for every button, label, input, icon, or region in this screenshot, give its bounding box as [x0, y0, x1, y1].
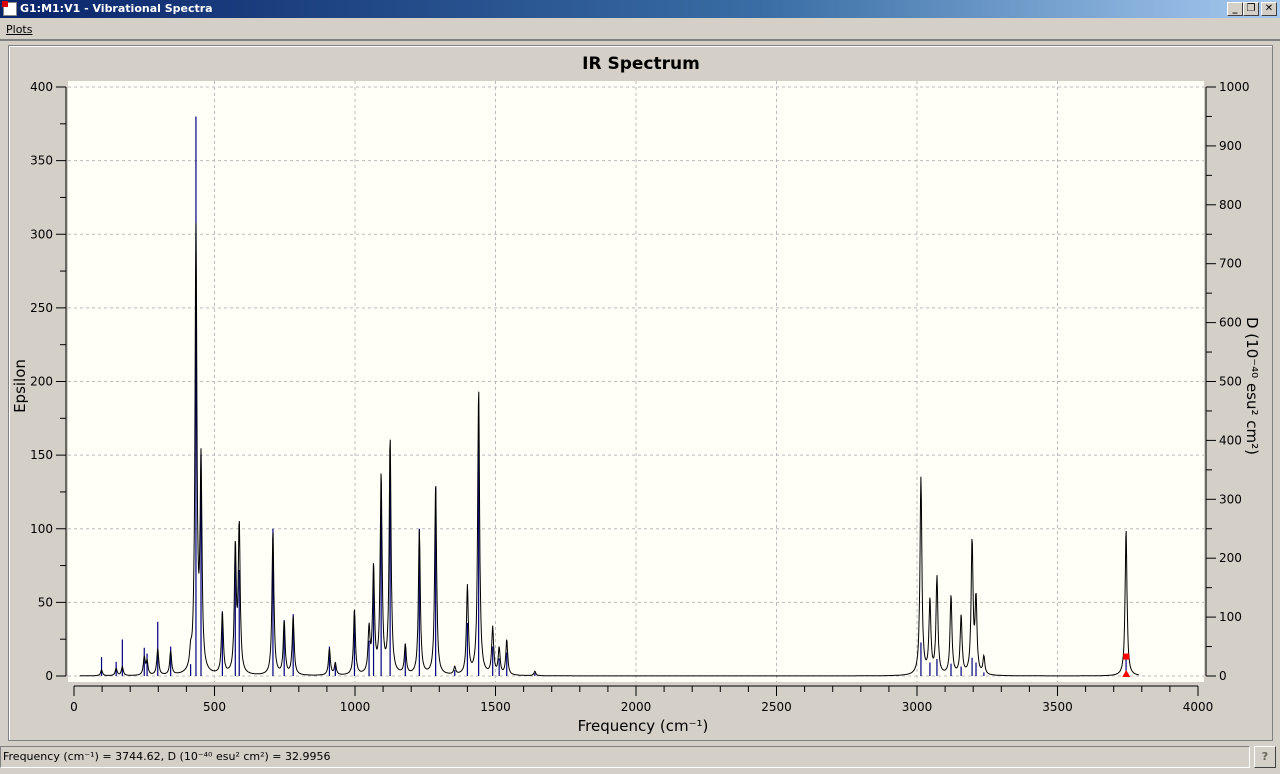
minimize-button[interactable]: _: [1227, 2, 1243, 16]
y-tick-label: 0: [45, 669, 53, 683]
y2-axis-label: D (10⁻⁴⁰ esu² cm²): [1243, 317, 1261, 455]
y-tick-label: 50: [38, 595, 53, 609]
x-tick-label: 3000: [902, 700, 933, 714]
x-tick-label: 2500: [761, 700, 792, 714]
y2-tick-label: 400: [1219, 433, 1242, 447]
x-tick-label: 0: [70, 700, 78, 714]
y-tick-label: 300: [30, 227, 53, 241]
selected-peak-marker[interactable]: [1123, 653, 1130, 660]
y-tick-label: 200: [30, 375, 53, 389]
y2-tick-label: 100: [1219, 610, 1242, 624]
x-tick-label: 4000: [1183, 700, 1214, 714]
menu-plots[interactable]: Plots: [6, 23, 32, 36]
y2-tick-label: 500: [1219, 375, 1242, 389]
status-bar: Frequency (cm⁻¹) = 3744.62, D (10⁻⁴⁰ esu…: [0, 746, 1250, 768]
y-tick-label: 250: [30, 301, 53, 315]
x-tick-label: 1500: [480, 700, 511, 714]
window-title: G1:M1:V1 - Vibrational Spectra: [20, 2, 213, 15]
x-tick-label: 1000: [340, 700, 371, 714]
menu-bar: Plots: [0, 19, 1280, 41]
y-axis-label: Epsilon: [11, 359, 29, 413]
status-text: Frequency (cm⁻¹) = 3744.62, D (10⁻⁴⁰ esu…: [3, 750, 331, 763]
restore-button[interactable]: ❐: [1243, 2, 1259, 16]
y2-tick-label: 0: [1219, 669, 1227, 683]
x-axis-label: Frequency (cm⁻¹): [578, 717, 709, 735]
y-tick-label: 350: [30, 154, 53, 168]
y2-tick-label: 300: [1219, 492, 1242, 506]
help-button[interactable]: ?: [1254, 746, 1276, 768]
y2-tick-label: 600: [1219, 316, 1242, 330]
x-tick-label: 2000: [621, 700, 652, 714]
y-tick-label: 400: [30, 80, 53, 94]
chart-title: IR Spectrum: [582, 54, 700, 74]
y2-tick-label: 200: [1219, 551, 1242, 565]
y2-tick-label: 900: [1219, 139, 1242, 153]
title-bar: G1:M1:V1 - Vibrational Spectra _ ❐ ✕: [0, 0, 1280, 18]
y2-tick-label: 1000: [1219, 80, 1250, 94]
y-tick-label: 150: [30, 448, 53, 462]
ir-spectrum-chart[interactable]: 0 500 1000 1500 2000 2500 3000 3500 400005010015…: [9, 46, 1274, 742]
close-button[interactable]: ✕: [1261, 2, 1277, 16]
x-tick-label: 500: [203, 700, 226, 714]
y-tick-label: 100: [30, 522, 53, 536]
app-icon: [2, 1, 17, 16]
y2-tick-label: 800: [1219, 198, 1242, 212]
chart-panel: 0 500 1000 1500 2000 2500 3000 3500 4000 0 50 100 15…: [8, 45, 1273, 741]
y2-tick-label: 700: [1219, 257, 1242, 271]
x-tick-label: 3500: [1042, 700, 1073, 714]
